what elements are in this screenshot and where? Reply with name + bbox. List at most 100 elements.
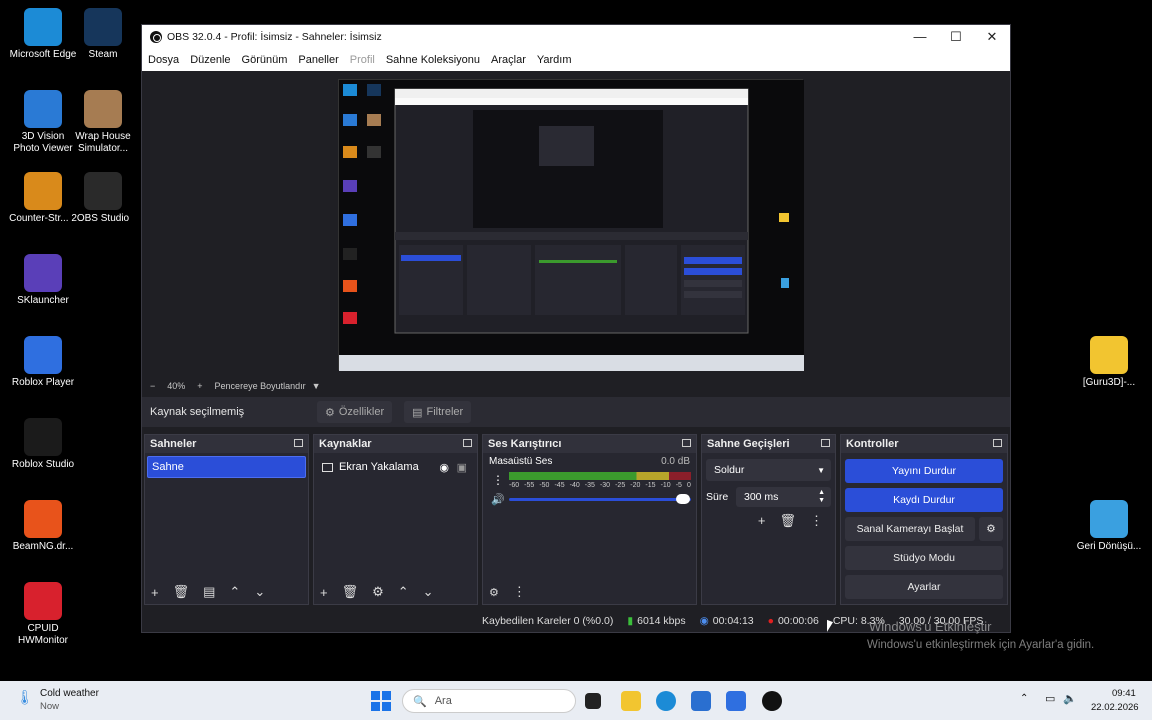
spin-arrows-icon[interactable]: ▲ ▼ [818,489,825,505]
move-up-icon[interactable]: ⌃ [229,584,240,600]
move-down-icon[interactable]: ⌄ [254,584,265,600]
menu-profile[interactable]: Profil [350,54,375,66]
trash-icon[interactable]: 🗑 [779,513,796,529]
desktop-icon[interactable]: BeamNG.dr... [8,500,78,553]
menu-docks[interactable]: Paneller [298,54,338,66]
move-down-icon[interactable]: ⌄ [423,584,434,600]
scene-transitions-dock: Sahne Geçişleri Soldur ▼ Süre 300 ms ▲ ▼ … [701,434,836,605]
speaker-icon[interactable]: 🔊 [491,493,505,506]
start-virtual-camera-button[interactable]: Sanal Kamerayı Başlat [845,517,975,541]
desktop-icon[interactable]: Roblox Studio [8,418,78,471]
no-source-label: Kaynak seçilmemiş [150,406,245,418]
desktop-icon[interactable]: Steam [68,8,138,61]
source-item[interactable]: Ekran Yakalama ◉ ▣ [316,456,475,478]
close-button[interactable]: ✕ [974,29,1010,45]
undock-icon[interactable] [821,439,830,447]
desktop-icon-label: OBS Studio [76,213,130,224]
desktop-icon[interactable]: Roblox Player [8,336,78,389]
clock-date[interactable]: 22.02.2026 [1091,702,1139,713]
scene-item[interactable]: Sahne [147,456,306,478]
meter-tick-label: -30 [599,482,611,489]
menu-edit[interactable]: Düzenle [190,54,230,66]
edge-icon[interactable] [656,691,676,711]
window-title: OBS 32.0.4 - Profil: İsimsiz - Sahneler:… [167,31,382,43]
weather-title[interactable]: Cold weather [40,688,99,699]
add-icon[interactable]: + [320,585,328,600]
undock-icon[interactable] [463,439,472,447]
scenes-title: Sahneler [150,438,197,450]
zoom-in-button[interactable]: + [197,381,202,391]
maximize-button[interactable]: ☐ [938,29,974,45]
transition-select[interactable]: Soldur ▼ [706,459,831,481]
volume-icon[interactable]: 🔈 [1063,692,1077,705]
desktop-icon[interactable]: OBS Studio [68,172,138,225]
meter-tick-label: 0 [686,482,691,489]
volume-slider-handle[interactable] [676,494,690,504]
advanced-audio-icon[interactable]: ⚙ [489,586,499,599]
desktop-icon[interactable]: Geri Dönüşü... [1074,500,1144,553]
menu-help[interactable]: Yardım [537,54,572,66]
tray-chevron-icon[interactable]: ⌃ [1020,693,1028,704]
trash-icon[interactable]: 🗑 [342,584,359,600]
move-up-icon[interactable]: ⌃ [398,584,409,600]
lock-icon[interactable]: ▣ [457,461,467,474]
clock-time[interactable]: 09:41 [1112,688,1136,699]
menu-view[interactable]: Görünüm [242,54,288,66]
watermark-title: Windows'u Etkinleştir [869,619,992,634]
task-view-icon[interactable] [585,693,601,709]
mixer-menu-icon[interactable]: ⋮ [513,584,526,600]
gear-icon[interactable]: ⚙ [372,584,384,600]
add-icon[interactable]: + [151,585,159,600]
obs-taskbar-icon[interactable] [762,691,782,711]
trash-icon[interactable]: 🗑 [173,584,190,600]
network-icon[interactable]: ▭ [1045,692,1055,705]
undock-icon[interactable] [682,439,691,447]
stream-time: 00:04:13 [712,615,754,627]
add-icon[interactable]: + [758,513,766,529]
meter-tick-label: -55 [524,482,535,489]
undock-icon[interactable] [294,439,303,447]
settings-button[interactable]: Ayarlar [845,575,1003,599]
undock-icon[interactable] [993,439,1002,447]
desktop-icon[interactable]: Wrap House Simulator... [68,90,138,155]
menu-tools[interactable]: Araçlar [491,54,526,66]
menu-file[interactable]: Dosya [148,54,179,66]
preview-canvas[interactable] [338,79,804,371]
meter-tick-label: -35 [584,482,595,489]
zoom-dropdown-icon[interactable]: ▼ [312,381,321,391]
properties-button[interactable]: ⚙ Özellikler [317,401,393,423]
volume-slider[interactable] [509,498,691,501]
file-explorer-icon[interactable] [621,691,641,711]
desktop-app-icon [24,8,62,46]
minimize-button[interactable]: — [902,29,938,45]
desktop-icon[interactable]: SKlauncher [8,254,78,307]
zoom-out-button[interactable]: − [150,381,155,391]
record-time: 00:00:06 [777,615,819,627]
search-box[interactable]: 🔍 Ara [402,689,576,713]
eye-icon[interactable]: ◉ [439,461,449,474]
meter-tick-label: -5 [675,482,682,489]
fit-to-window-label[interactable]: Pencereye Boyutlandır [215,381,306,391]
stop-recording-button[interactable]: Kaydı Durdur [845,488,1003,512]
desktop-icon-label: BeamNG.dr... [12,541,74,552]
filter-icon[interactable]: ▤ [203,584,215,600]
filters-button[interactable]: ▤ Filtreler [404,401,472,423]
weather-icon[interactable]: 🌡 [16,689,34,706]
start-button-icon[interactable] [371,691,391,711]
studio-mode-button[interactable]: Stüdyo Modu [845,546,1003,570]
store-icon[interactable] [691,691,711,711]
more-icon[interactable]: ⋮ [810,513,823,529]
virtual-camera-settings-icon[interactable]: ⚙ [979,517,1003,541]
desktop-icon[interactable]: CPUID HWMonitor [8,582,78,647]
duration-spinbox[interactable]: 300 ms [736,487,831,507]
channel-menu-icon[interactable]: ⋮ [492,473,504,487]
desktop-app-icon [24,254,62,292]
stop-stream-button[interactable]: Yayını Durdur [845,459,1003,483]
desktop-icon[interactable]: [Guru3D]-... [1074,336,1144,389]
menu-scene-collection[interactable]: Sahne Koleksiyonu [386,54,480,66]
preview-area[interactable] [142,71,1010,377]
app-icon[interactable] [726,691,746,711]
channel-name: Masaüstü Ses [489,456,553,467]
audio-mixer-dock: Ses Karıştırıcı Masaüstü Ses 0.0 dB ⋮ -6… [482,434,697,605]
monitor-icon [322,462,333,472]
